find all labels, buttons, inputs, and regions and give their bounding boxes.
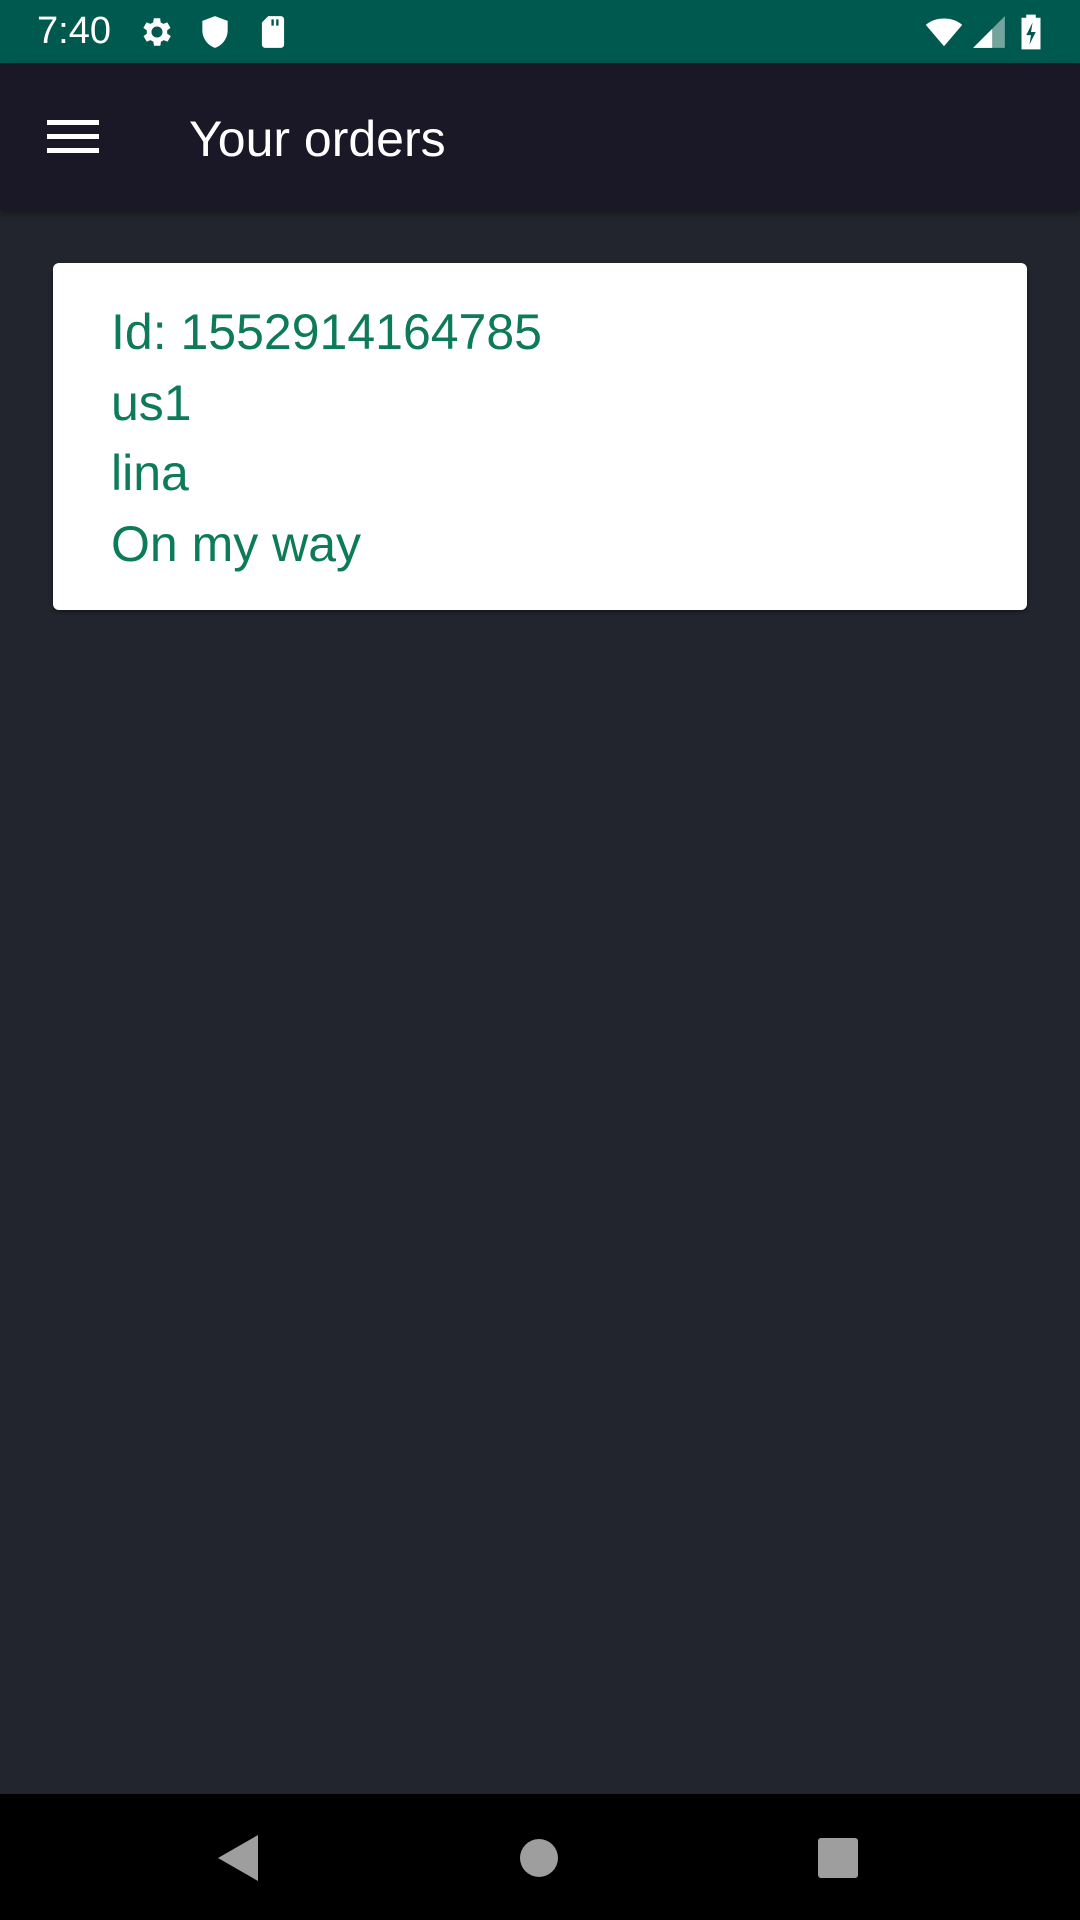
status-bar: 7:40 <box>0 0 1080 63</box>
order-user: us1 <box>111 375 192 431</box>
app-bar: Your orders <box>0 63 1080 210</box>
status-time: 7:40 <box>37 10 111 52</box>
back-icon <box>216 1833 260 1883</box>
orders-screen: 7:40 Your orders Id: 1552914164785 us1 l… <box>0 0 1080 1920</box>
wifi-icon <box>922 13 966 51</box>
order-card[interactable]: Id: 1552914164785 us1 lina On my way <box>53 263 1027 610</box>
navigation-bar <box>0 1794 1080 1920</box>
home-button[interactable] <box>503 1822 575 1894</box>
battery-charging-icon <box>1014 13 1048 51</box>
sd-card-icon <box>254 13 292 51</box>
home-icon <box>519 1838 559 1878</box>
shield-icon <box>196 13 234 51</box>
recents-icon <box>817 1837 859 1879</box>
order-name: lina <box>111 445 189 501</box>
order-status: On my way <box>111 516 362 572</box>
hamburger-menu-icon <box>47 117 99 157</box>
signal-icon <box>970 13 1008 51</box>
back-button[interactable] <box>202 1822 274 1894</box>
page-title: Your orders <box>189 111 446 167</box>
menu-button[interactable] <box>30 101 116 173</box>
settings-icon <box>138 13 176 51</box>
recents-button[interactable] <box>802 1822 874 1894</box>
order-id: Id: 1552914164785 <box>111 304 542 360</box>
